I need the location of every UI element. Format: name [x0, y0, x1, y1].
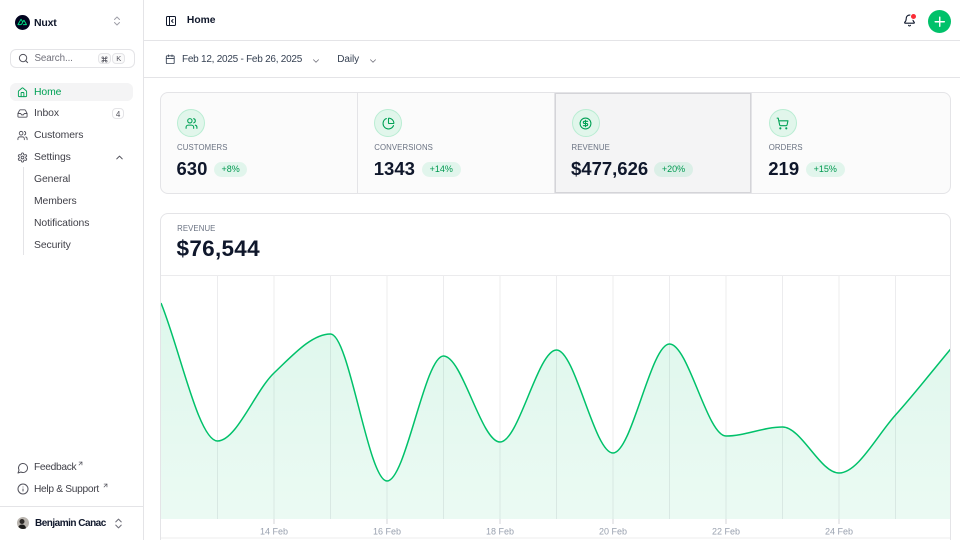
svg-text:22 Feb: 22 Feb	[711, 527, 739, 537]
svg-text:18 Feb: 18 Feb	[485, 527, 513, 537]
svg-text:20 Feb: 20 Feb	[598, 527, 626, 537]
svg-text:24 Feb: 24 Feb	[824, 527, 852, 537]
svg-text:16 Feb: 16 Feb	[372, 527, 400, 537]
svg-text:14 Feb: 14 Feb	[259, 527, 287, 537]
